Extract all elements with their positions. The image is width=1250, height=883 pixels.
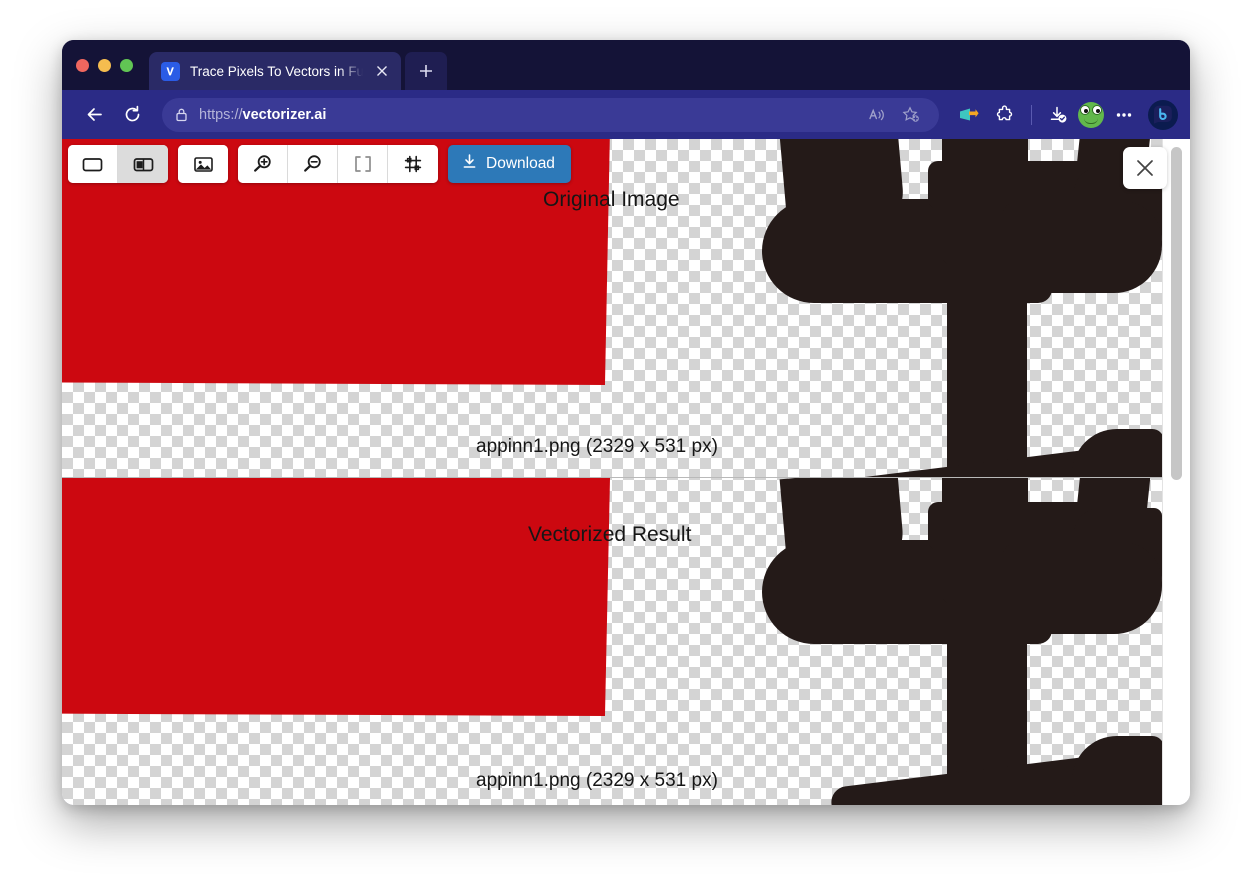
tab-strip: Trace Pixels To Vectors in Full C xyxy=(62,40,1190,90)
download-button[interactable]: Download xyxy=(448,145,571,183)
more-ellipsis-icon[interactable] xyxy=(1108,99,1140,131)
artwork-stroke xyxy=(1072,429,1162,477)
original-image-pane[interactable]: Original Image appinn1.png (2329 x 531 p… xyxy=(62,139,1162,477)
address-bar[interactable]: https://vectorizer.ai xyxy=(162,97,939,132)
artwork-stroke xyxy=(947,259,1027,477)
close-viewer-button[interactable] xyxy=(1123,147,1167,189)
vectorized-result-pane[interactable]: Vectorized Result appinn1.png (2329 x 53… xyxy=(62,478,1162,805)
zoom-out-icon[interactable] xyxy=(288,145,338,183)
artwork-stroke xyxy=(1072,736,1162,805)
puzzle-piece-icon[interactable] xyxy=(989,99,1021,131)
frog-avatar-icon[interactable] xyxy=(1078,101,1104,128)
toolbar-divider xyxy=(1031,104,1032,125)
editor-toolbar: Download xyxy=(68,145,571,183)
read-aloud-icon[interactable] xyxy=(861,99,893,131)
window-zoom-button[interactable] xyxy=(120,58,133,72)
lock-icon xyxy=(174,107,189,122)
original-image-label: Original Image xyxy=(543,188,680,211)
scrollbar-thumb[interactable] xyxy=(1171,147,1182,480)
vectorizer-v-icon xyxy=(161,61,180,81)
reload-button[interactable] xyxy=(116,99,148,131)
artwork-stroke xyxy=(947,600,1027,790)
window-minimize-button[interactable] xyxy=(98,58,111,72)
split-pane-icon[interactable] xyxy=(118,145,168,183)
transform-grid-icon[interactable] xyxy=(388,145,438,183)
image-icon[interactable] xyxy=(178,145,228,183)
zoom-group xyxy=(238,145,438,183)
single-pane-icon[interactable] xyxy=(68,145,118,183)
browser-tab[interactable]: Trace Pixels To Vectors in Full C xyxy=(149,52,401,90)
window-controls xyxy=(76,40,149,90)
url-scheme: https:// xyxy=(199,106,243,123)
page-scrollbar[interactable] xyxy=(1162,139,1190,805)
frog-eye-right xyxy=(1092,104,1102,115)
tab-strip-empty-area xyxy=(447,52,1190,90)
download-arrow-icon xyxy=(461,153,478,175)
copilot-icon[interactable] xyxy=(1148,99,1178,130)
tab-close-icon[interactable] xyxy=(373,62,391,80)
navigation-bar: https://vectorizer.ai xyxy=(62,90,1190,139)
star-add-icon[interactable] xyxy=(895,99,927,131)
page-content: Original Image appinn1.png (2329 x 531 p… xyxy=(62,139,1190,805)
artwork-red-banner xyxy=(62,478,610,716)
browser-window: Trace Pixels To Vectors in Full C xyxy=(62,40,1190,805)
browser-toolbar-icons xyxy=(953,99,1178,131)
close-icon xyxy=(1137,160,1153,176)
fit-to-screen-icon[interactable] xyxy=(338,145,388,183)
url-host: vectorizer.ai xyxy=(242,106,327,123)
vectorized-result-filename: appinn1.png (2329 x 531 px) xyxy=(476,770,718,791)
image-group xyxy=(178,145,228,183)
screenshot-root: Trace Pixels To Vectors in Full C xyxy=(0,0,1250,883)
download-button-label: Download xyxy=(486,155,555,172)
frog-mouth xyxy=(1084,118,1098,124)
back-button[interactable] xyxy=(78,99,110,131)
view-mode-group xyxy=(68,145,168,183)
url-text: https://vectorizer.ai xyxy=(199,107,857,123)
frog-eye-left xyxy=(1080,104,1090,115)
pane-divider xyxy=(62,477,1162,478)
address-bar-actions xyxy=(861,99,927,131)
tab-title: Trace Pixels To Vectors in Full C xyxy=(190,63,363,79)
download-complete-icon[interactable] xyxy=(1042,99,1074,131)
original-image-filename: appinn1.png (2329 x 531 px) xyxy=(476,436,718,457)
collections-icon[interactable] xyxy=(953,99,985,131)
window-close-button[interactable] xyxy=(76,58,89,72)
zoom-in-icon[interactable] xyxy=(238,145,288,183)
new-tab-button[interactable] xyxy=(405,52,447,90)
vectorized-result-label: Vectorized Result xyxy=(528,523,692,546)
